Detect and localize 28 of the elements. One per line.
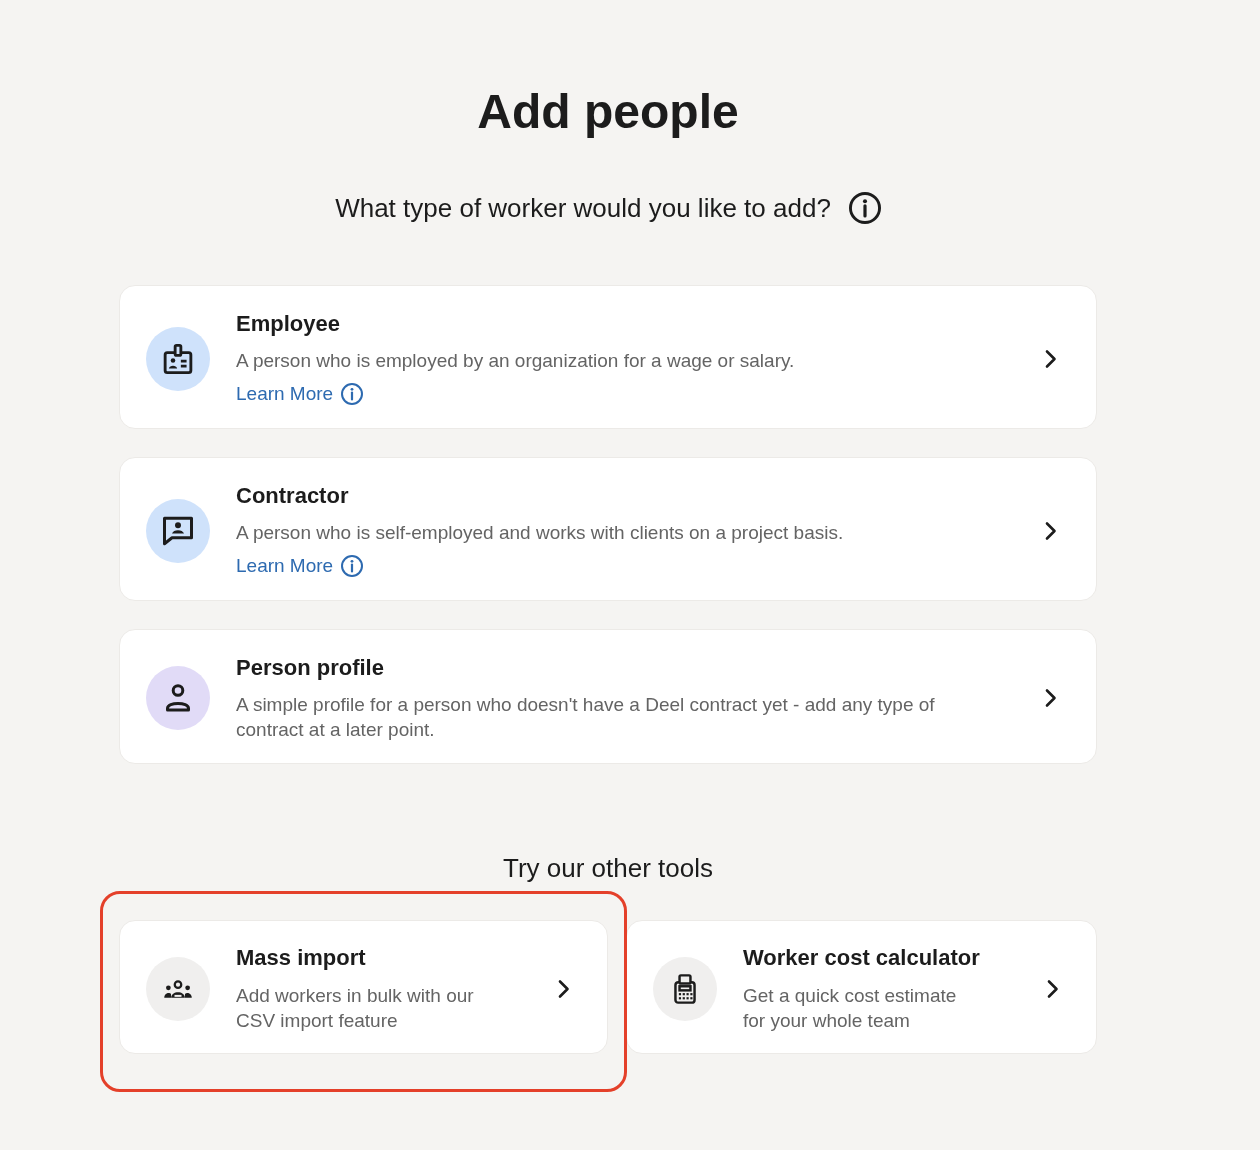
option-card[interactable]: Mass import Add workers in bulk with our CSV import feature — [119, 920, 608, 1054]
card-title: Employee — [236, 310, 340, 338]
page-title: Add people — [477, 84, 739, 140]
section-heading: Try our other tools — [503, 852, 713, 884]
info-icon — [341, 554, 364, 577]
chevron-right-icon — [1044, 688, 1058, 708]
card-description: Get a quick cost estimate for your whole team — [743, 984, 958, 1033]
option-card[interactable]: Person profile A simple profile for a person who doesn't have a Deel contract yet - add any type of contract at a later point. — [119, 629, 1097, 764]
card-title: Person profile — [236, 654, 384, 682]
card-title: Worker cost calculator — [743, 944, 980, 972]
card-title: Mass import — [236, 944, 366, 972]
card-description: Add workers in bulk with our CSV import feature — [236, 984, 475, 1033]
card-title: Contractor — [236, 482, 349, 510]
option-card[interactable]: Contractor A person who is self-employed and works with clients on a project basis. Learn More — [119, 457, 1097, 601]
info-icon — [341, 382, 364, 405]
card-description: A simple profile for a person who doesn't have a Deel contract yet - add any type of contract at a later point. — [236, 693, 936, 742]
chevron-right-icon — [1044, 520, 1058, 541]
card-description: A person who is employed by an organization for a wage or salary. — [236, 349, 795, 373]
chevron-right-icon — [557, 978, 571, 999]
option-card[interactable]: Worker cost calculator Get a quick cost estimate for your whole team — [626, 920, 1097, 1054]
learn-more-link[interactable]: Learn More — [236, 381, 364, 406]
chevron-right-icon — [1046, 978, 1060, 999]
chevron-right-icon — [1044, 348, 1058, 369]
option-card[interactable]: Employee A person who is employed by an organization for a wage or salary. Learn More — [119, 285, 1097, 429]
learn-more-link[interactable]: Learn More — [236, 553, 364, 578]
page-subtitle: What type of worker would you like to add? — [335, 192, 831, 224]
card-description: A person who is self-employed and works with clients on a project basis. — [236, 521, 844, 545]
info-icon[interactable] — [848, 192, 881, 224]
